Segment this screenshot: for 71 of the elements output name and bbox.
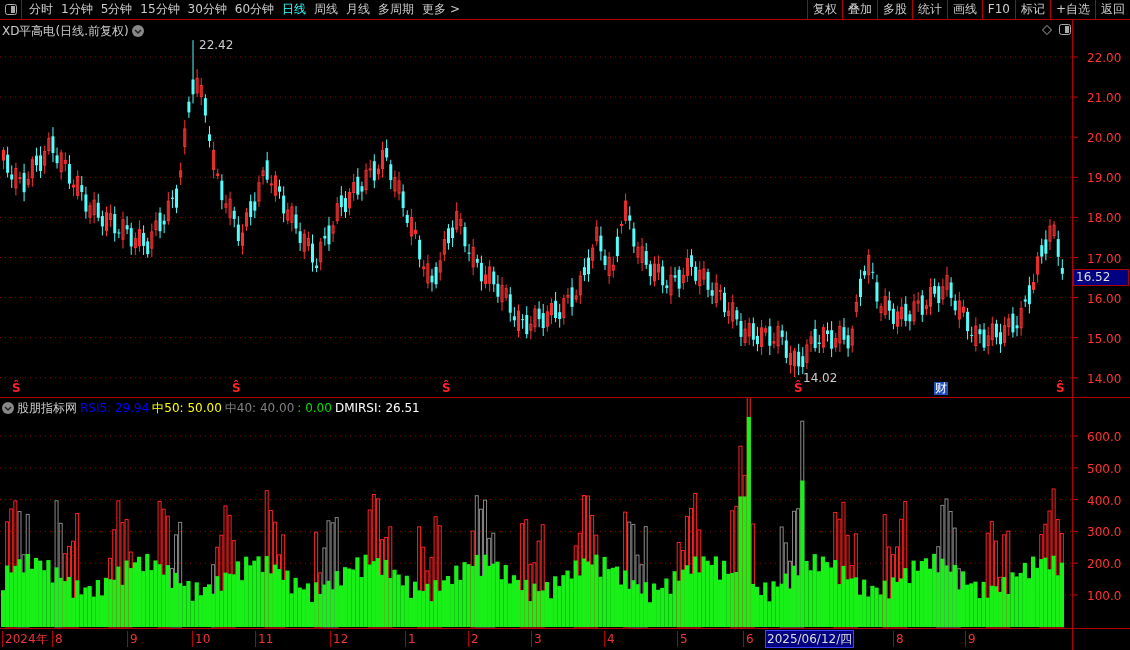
date-label: 6 bbox=[743, 631, 754, 647]
period-tab[interactable]: 周线 bbox=[310, 0, 343, 19]
high-price-label: 22.42 bbox=[199, 39, 234, 52]
panel-icon[interactable] bbox=[1059, 24, 1071, 35]
period-tab[interactable]: 60分钟 bbox=[230, 0, 279, 19]
axis-label: 22.00 bbox=[1087, 51, 1122, 65]
toolbar-button[interactable]: 返回 bbox=[1095, 0, 1130, 19]
event-marker[interactable]: Ŝ bbox=[794, 382, 803, 395]
axis-label: 100.0 bbox=[1087, 589, 1122, 603]
period-tab[interactable]: 1分钟 bbox=[57, 0, 97, 19]
panel-icon[interactable] bbox=[4, 4, 17, 15]
event-marker[interactable]: Ŝ bbox=[442, 382, 451, 395]
date-label: 2 bbox=[468, 631, 479, 647]
event-marker[interactable]: Ŝ bbox=[232, 382, 241, 395]
date-label: 12 bbox=[330, 631, 349, 647]
cursor-date-label: 2025/06/12/四 bbox=[765, 630, 855, 648]
toolbar-button[interactable]: 多股 bbox=[876, 0, 912, 19]
axis-label: 17.00 bbox=[1087, 251, 1122, 266]
toolbar-button[interactable]: 统计 bbox=[911, 0, 947, 19]
chart-title: XD平高电(日线.前复权) bbox=[2, 23, 129, 40]
indicator-name: 股朋指标网 bbox=[17, 400, 77, 417]
axis-label: 21.00 bbox=[1087, 91, 1122, 106]
period-tab[interactable]: 5分钟 bbox=[96, 0, 137, 19]
date-label: 10 bbox=[192, 631, 211, 647]
axis-label: 300.0 bbox=[1087, 525, 1122, 540]
date-label: 4 bbox=[604, 631, 615, 647]
toolbar-button[interactable]: +自选 bbox=[1049, 0, 1095, 19]
axis-label: 14.00 bbox=[1087, 371, 1122, 386]
toolbar-button[interactable]: F10 bbox=[981, 0, 1015, 19]
axis-label: 600.0 bbox=[1087, 430, 1122, 444]
period-tab[interactable]: 30分钟 bbox=[183, 0, 231, 19]
date-label: 5 bbox=[677, 631, 688, 647]
toolbar-button[interactable]: 复权 bbox=[806, 0, 842, 19]
toolbar-button[interactable]: 标记 bbox=[1014, 0, 1050, 19]
period-tab[interactable]: 更多 > bbox=[418, 0, 464, 19]
date-label: 1 bbox=[405, 631, 416, 647]
period-tab[interactable]: 月线 bbox=[342, 0, 375, 19]
axis-label: 500.0 bbox=[1087, 461, 1122, 476]
date-label: 9 bbox=[965, 631, 976, 647]
current-price-label: 16.52 bbox=[1073, 268, 1129, 286]
legend-value: : 0.00 bbox=[297, 400, 332, 417]
event-marker[interactable]: Ŝ bbox=[1056, 382, 1065, 395]
dropdown-icon[interactable] bbox=[2, 402, 14, 414]
dropdown-icon[interactable] bbox=[131, 25, 144, 37]
toolbar-button[interactable]: 画线 bbox=[946, 0, 982, 19]
axis-label: 20.00 bbox=[1087, 131, 1122, 146]
axis-label: 400.0 bbox=[1087, 493, 1122, 508]
legend-value: DMIRSI: 26.51 bbox=[334, 400, 420, 417]
legend-value: 中40: 40.00 bbox=[224, 400, 295, 417]
axis-label: 15.00 bbox=[1087, 331, 1122, 346]
legend-value: 中50: 50.00 bbox=[152, 400, 222, 417]
event-marker[interactable]: Ŝ bbox=[12, 382, 21, 395]
axis-label: 16.00 bbox=[1087, 291, 1122, 306]
toolbar-button[interactable]: 叠加 bbox=[841, 0, 877, 19]
period-tab[interactable]: 日线 bbox=[278, 0, 311, 19]
axis-label: 19.00 bbox=[1087, 171, 1122, 186]
date-label: 3 bbox=[531, 631, 542, 647]
date-label: 11 bbox=[255, 631, 274, 647]
axis-label: 200.0 bbox=[1087, 557, 1122, 572]
period-tab[interactable]: 分时 bbox=[25, 0, 57, 19]
axis-label: 18.00 bbox=[1087, 211, 1122, 226]
date-label: 8 bbox=[893, 631, 904, 647]
low-price-label: 14.02 bbox=[803, 372, 838, 385]
period-tab[interactable]: 15分钟 bbox=[136, 0, 184, 19]
finance-marker[interactable]: 财 bbox=[934, 382, 948, 395]
date-label: 9 bbox=[127, 631, 138, 647]
date-label: 8 bbox=[52, 631, 63, 647]
legend-value: RSI5: 29.94 bbox=[80, 400, 150, 417]
period-tab[interactable]: 多周期 bbox=[374, 0, 419, 19]
diamond-icon[interactable] bbox=[1042, 25, 1052, 35]
date-label: 2024年 bbox=[2, 631, 48, 647]
